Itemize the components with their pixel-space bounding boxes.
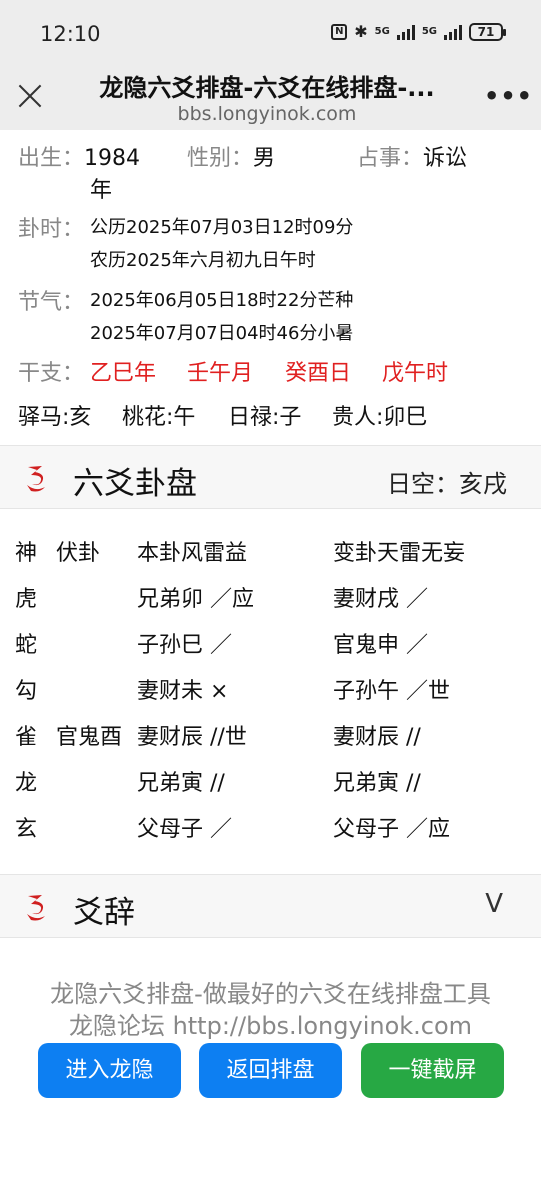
time-label: 卦时： (18, 217, 85, 242)
birth-value-year: 年 (90, 178, 113, 203)
nfc-icon: N (331, 23, 348, 40)
gua-header-row: 神 伏卦 本卦风雷益 变卦天雷无妄 (0, 535, 541, 575)
pan-section-title: 六爻卦盘 (73, 466, 197, 502)
solar-term-label: 节气： (18, 290, 85, 315)
cell-shen: 勾 (15, 679, 38, 704)
ganzhi-year: 乙巳年 (90, 361, 157, 386)
table-row: 蛇 子孙巳 ／ 官鬼申 ／ (0, 627, 541, 667)
matter-row: 占事：诉讼 (357, 140, 467, 172)
cell-fu: 官鬼酉 (56, 725, 123, 750)
yaoci-section-header[interactable]: 爻辞 V (0, 874, 541, 938)
gender-row: 性别：男 (187, 140, 275, 172)
birth-label: 出生： (18, 146, 85, 171)
network-label-1: 5G (374, 26, 390, 37)
pan-section-header: 六爻卦盘 日空：亥戌 (0, 445, 541, 509)
time-lunar: 农历2025年六月初九日午时 (90, 250, 316, 271)
close-icon[interactable] (14, 80, 46, 112)
cell-ben: 父母子 ／ (137, 817, 232, 842)
browser-title-bar: 龙隐六爻排盘-六爻在线排盘-... bbs.longyinok.com ••• (0, 62, 541, 130)
status-bar: 12:10 N ✱ 5G 5G 71 (0, 0, 541, 62)
battery-icon: 71 (469, 22, 506, 41)
cell-ben: 兄弟卯 ／应 (137, 587, 254, 612)
cell-ben: 妻财辰 //世 (137, 725, 247, 750)
screenshot-button[interactable]: 一键截屏 (361, 1043, 504, 1098)
cell-shen: 龙 (15, 771, 38, 796)
more-options-icon[interactable]: ••• (484, 84, 533, 108)
enter-longyin-button[interactable]: 进入龙隐 (38, 1043, 181, 1098)
star-rilu: 日禄:子 (228, 405, 302, 430)
ganzhi-month: 壬午月 (187, 361, 254, 386)
cell-ben: 兄弟寅 // (137, 771, 225, 796)
page-title: 龙隐六爻排盘-六爻在线排盘-... (99, 74, 435, 102)
cell-bian: 妻财戌 ／ (333, 587, 428, 612)
back-to-pan-button[interactable]: 返回排盘 (199, 1043, 342, 1098)
ganzhi-label: 干支： (18, 361, 85, 386)
star-taohua: 桃花:午 (122, 405, 196, 430)
col-fu: 伏卦 (56, 541, 101, 566)
cell-bian: 父母子 ／应 (333, 817, 450, 842)
footer-slogan: 龙隐六爻排盘-做最好的六爻在线排盘工具 (50, 980, 491, 1008)
matter-label: 占事： (357, 146, 424, 171)
birth-row: 出生：1984 (18, 140, 140, 172)
network-label-2: 5G (421, 26, 437, 37)
birth-value: 1984 (84, 146, 141, 171)
yaoci-section-title: 爻辞 (73, 895, 135, 931)
col-shen: 神 (15, 541, 38, 566)
dragon-logo-icon (27, 466, 45, 492)
kongwang-text: 日空：亥戌 (387, 470, 507, 498)
signal-icon-2 (444, 24, 462, 40)
table-row: 雀 官鬼酉 妻财辰 //世 妻财辰 // (0, 719, 541, 759)
ganzhi-day: 癸酉日 (285, 361, 352, 386)
footer-link[interactable]: 龙隐论坛 http://bbs.longyinok.com (0, 1006, 541, 1041)
dragon-logo-icon (27, 895, 45, 921)
bluetooth-icon: ✱ (354, 22, 368, 41)
status-icons: N ✱ 5G 5G 71 (331, 22, 506, 41)
time-solar: 公历2025年07月03日12时09分 (90, 217, 354, 238)
cell-bian: 兄弟寅 // (333, 771, 421, 796)
cell-ben: 子孙巳 ／ (137, 633, 232, 658)
gender-value: 男 (253, 146, 276, 171)
col-ben: 本卦风雷益 (137, 541, 248, 566)
table-row: 勾 妻财未 × 子孙午 ／世 (0, 673, 541, 713)
cell-shen: 雀 (15, 725, 38, 750)
signal-icon-1 (396, 24, 415, 40)
cell-bian: 妻财辰 // (333, 725, 421, 750)
cell-shen: 玄 (15, 817, 38, 842)
status-time: 12:10 (40, 22, 101, 46)
solar-term-1: 2025年06月05日18时22分芒种 (90, 290, 354, 311)
chevron-down-icon[interactable]: V (485, 889, 503, 919)
star-yima: 驿马:亥 (18, 405, 92, 430)
cell-shen: 蛇 (15, 633, 38, 658)
table-row: 虎 兄弟卯 ／应 妻财戌 ／ (0, 581, 541, 621)
gender-label: 性别： (187, 146, 254, 171)
star-guiren: 贵人:卯巳 (332, 405, 428, 430)
page-url: bbs.longyinok.com (177, 103, 357, 125)
cell-bian: 官鬼申 ／ (333, 633, 428, 658)
table-row: 玄 父母子 ／ 父母子 ／应 (0, 811, 541, 851)
cell-shen: 虎 (15, 587, 38, 612)
ganzhi-hour: 戊午时 (382, 361, 449, 386)
col-bian: 变卦天雷无妄 (333, 541, 466, 566)
cell-ben: 妻财未 × (137, 679, 229, 704)
solar-term-2: 2025年07月07日04时46分小暑 (90, 323, 354, 344)
cell-bian: 子孙午 ／世 (333, 679, 450, 704)
table-row: 龙 兄弟寅 // 兄弟寅 // (0, 765, 541, 805)
matter-value: 诉讼 (423, 146, 468, 171)
